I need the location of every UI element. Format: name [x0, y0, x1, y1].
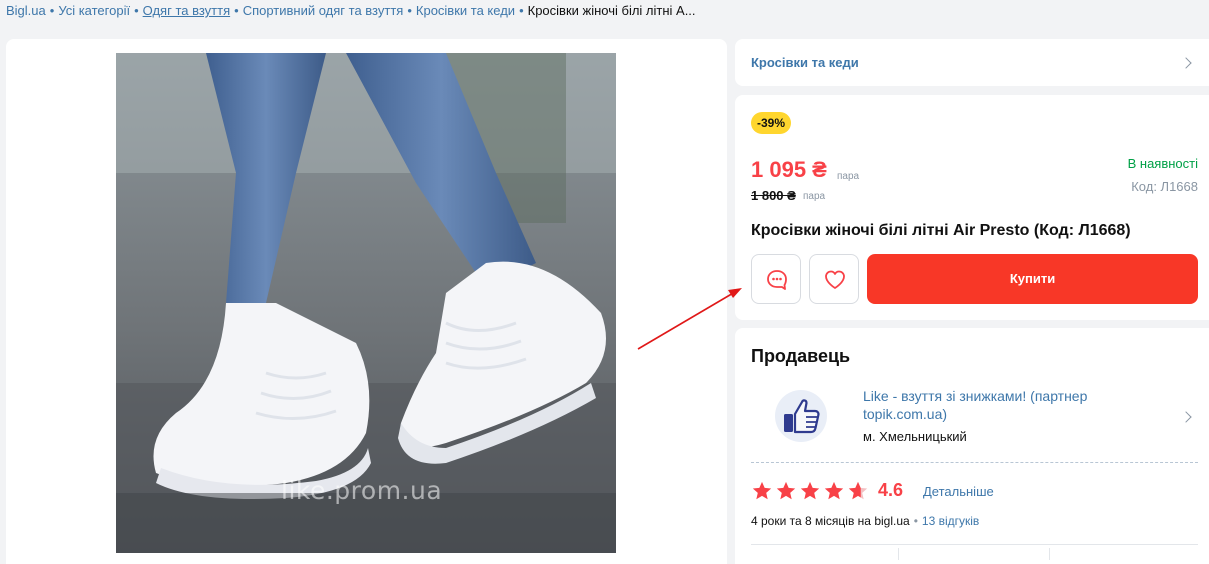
annotation-arrow-icon [637, 288, 742, 350]
